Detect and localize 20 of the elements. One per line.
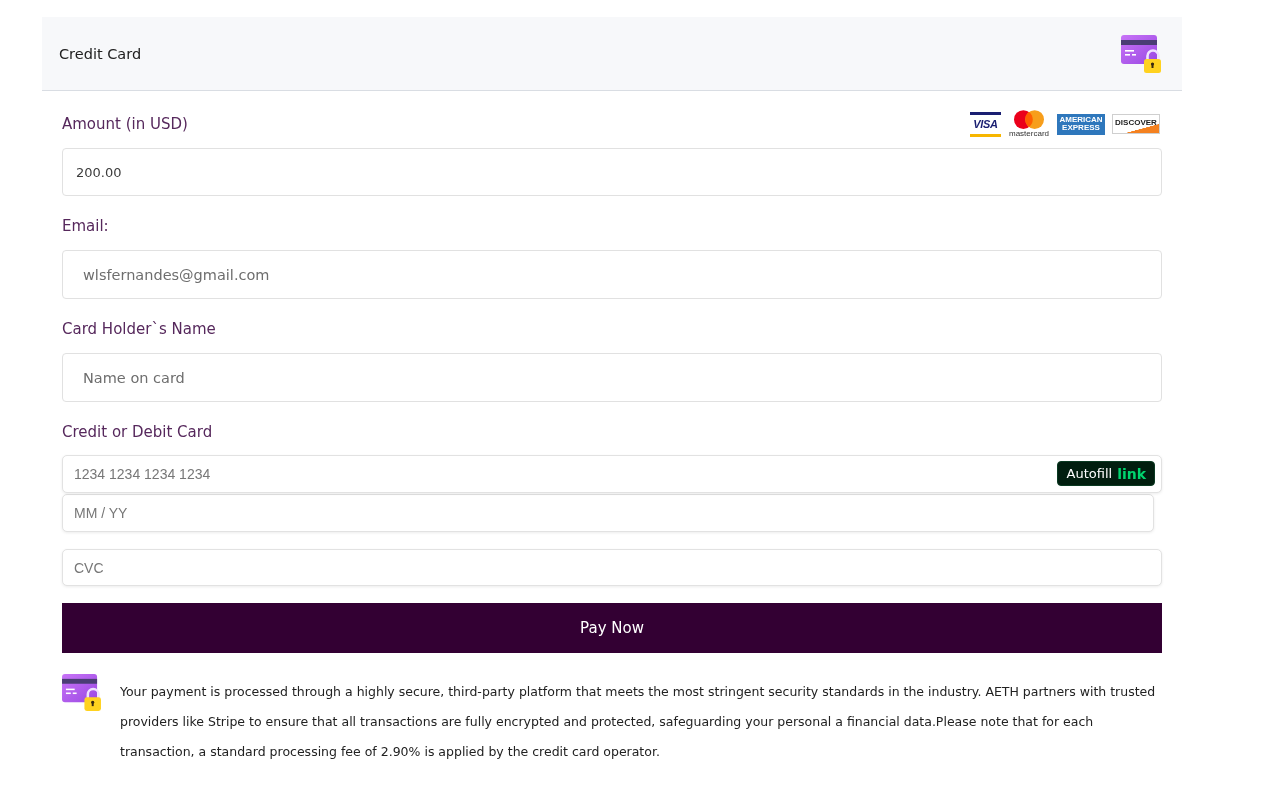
notice-text: Your payment is processed through a highly secure, third-party platform that meets the most stringent security standards in the industry. AETH partners with trusted providers like Stripe to ensure that all transactions are fully encrypted and protected, safeguarding your personal a financial data.Please note that for each transaction, a standard processing fee of 2.90% is applied by the credit card operator.	[120, 683, 1157, 761]
credit-card-lock-icon	[62, 674, 101, 711]
cvc-field[interactable]: CVC	[62, 549, 1162, 586]
card-brand-logo: AMERICAN EXPRESS	[1057, 113, 1105, 135]
card-brand-logo: VISA	[970, 111, 1001, 137]
credit-card-lock-icon	[1121, 34, 1161, 73]
card-brand-logo: DISCOVER	[1112, 114, 1160, 134]
logo-text: mastercard	[1009, 129, 1049, 138]
input-field[interactable]: wlsfernandes@gmail.com	[62, 250, 1162, 299]
input-field[interactable]: Name on card	[62, 353, 1162, 402]
field-label: Email:	[62, 216, 109, 237]
field-label: Credit or Debit Card	[62, 422, 213, 443]
autofill-button[interactable]: Autofill link	[1056, 461, 1155, 486]
card-title: Credit Card	[59, 45, 142, 62]
expiry-field[interactable]: MM / YY	[62, 494, 1154, 532]
overlapping-circles-icon	[1014, 110, 1044, 129]
input-field[interactable]: 200.00	[62, 148, 1162, 196]
field-label: Card Holder`s Name	[62, 319, 216, 340]
field-label: Amount (in USD)	[62, 114, 188, 135]
pay-now-button[interactable]: Pay Now	[62, 603, 1162, 653]
